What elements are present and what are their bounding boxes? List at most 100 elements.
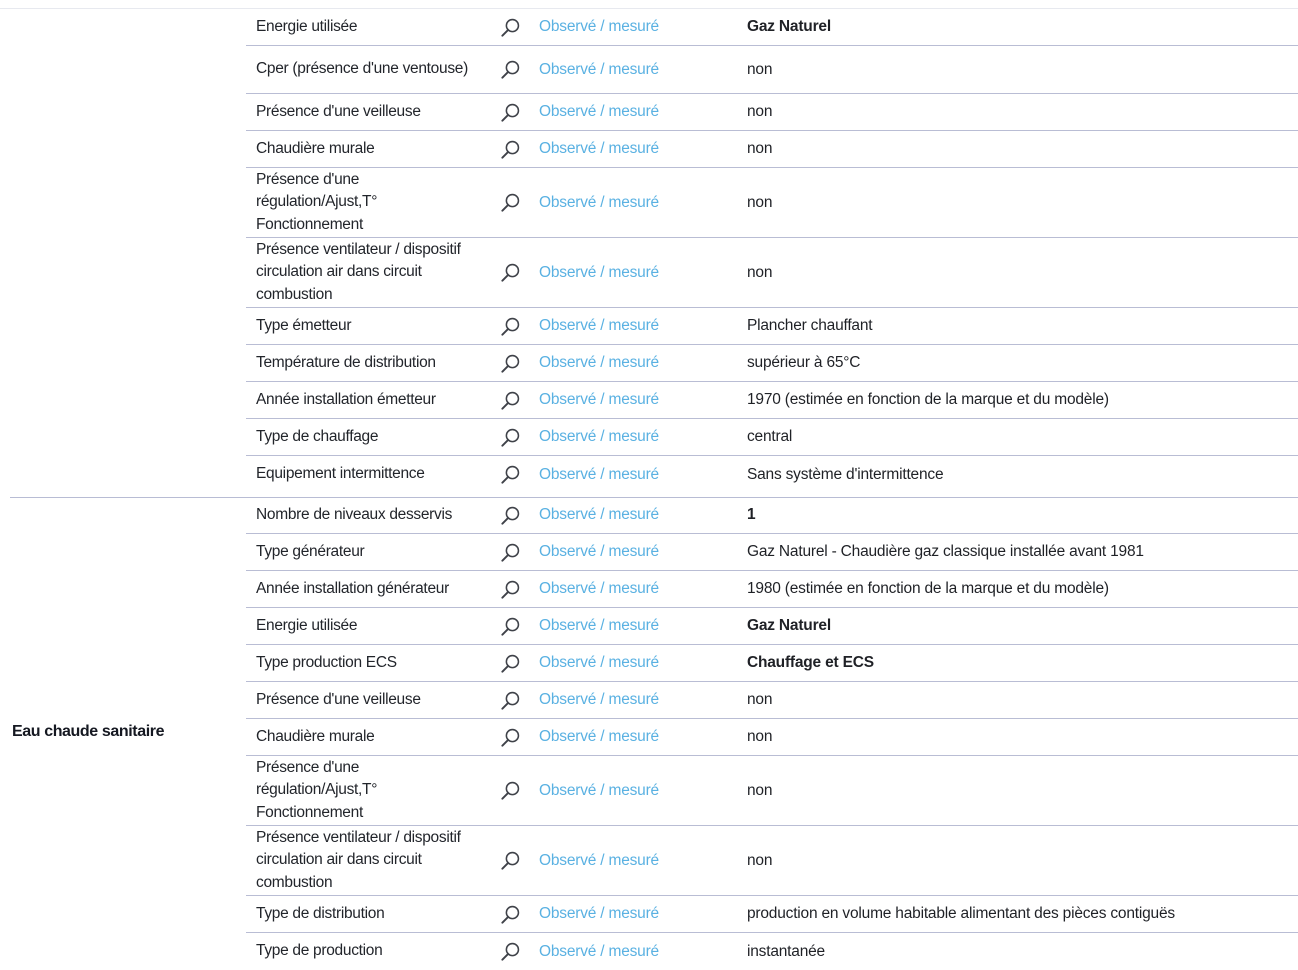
table-row: Type de chauffage Observé / mesuré centr… xyxy=(246,419,1298,456)
method-link[interactable]: Observé / mesuré xyxy=(529,61,747,79)
row-value: supérieur à 65°C xyxy=(747,354,861,371)
search-icon[interactable] xyxy=(491,689,529,712)
search-icon[interactable] xyxy=(491,541,529,564)
row-label: Présence d'une veilleuse xyxy=(256,102,421,120)
table-row: Année installation émetteur Observé / me… xyxy=(246,382,1298,419)
row-value: non xyxy=(747,781,773,799)
row-label: Type de production xyxy=(256,942,383,960)
search-icon[interactable] xyxy=(491,352,529,375)
method-link[interactable]: Observé / mesuré xyxy=(529,194,747,212)
table-row: Chaudière murale Observé / mesuré non xyxy=(246,719,1298,756)
table-row: Présence ventilateur / dispositif circul… xyxy=(246,238,1298,308)
row-value: instantanée xyxy=(747,942,825,960)
row-label: Type émetteur xyxy=(256,316,352,334)
row-label: Energie utilisée xyxy=(256,616,358,634)
method-link[interactable]: Observé / mesuré xyxy=(529,140,747,158)
diagnostic-table: Energie utilisée Observé / mesuré Gaz Na… xyxy=(0,0,1298,964)
row-value: non xyxy=(747,728,773,745)
method-link[interactable]: Observé / mesuré xyxy=(529,506,747,524)
table-row: Type générateur Observé / mesuré Gaz Nat… xyxy=(246,534,1298,571)
row-value: non xyxy=(747,140,773,157)
search-icon[interactable] xyxy=(491,903,529,926)
row-value: Gaz Naturel xyxy=(747,18,831,35)
table-row: Présence d'une régulation/Ajust,T° Fonct… xyxy=(246,168,1298,238)
table-row: Présence d'une veilleuse Observé / mesur… xyxy=(246,94,1298,131)
table-row: Cper (présence d'une ventouse) Observé /… xyxy=(246,46,1298,94)
method-link[interactable]: Observé / mesuré xyxy=(529,543,747,561)
row-label: Présence ventilateur / dispositif circul… xyxy=(256,828,461,891)
row-label: Type production ECS xyxy=(256,653,397,671)
search-icon[interactable] xyxy=(491,426,529,449)
method-link[interactable]: Observé / mesuré xyxy=(529,617,747,635)
search-icon[interactable] xyxy=(491,16,529,39)
row-label: Année installation émetteur xyxy=(256,390,436,408)
row-value: Sans système d'intermittence xyxy=(747,465,944,483)
method-link[interactable]: Observé / mesuré xyxy=(529,905,747,923)
table-row: Type émetteur Observé / mesuré Plancher … xyxy=(246,308,1298,345)
row-label: Type de chauffage xyxy=(256,427,379,445)
search-icon[interactable] xyxy=(491,191,529,214)
search-icon[interactable] xyxy=(491,940,529,963)
method-link[interactable]: Observé / mesuré xyxy=(529,428,747,446)
search-icon[interactable] xyxy=(491,652,529,675)
search-icon[interactable] xyxy=(491,726,529,749)
row-value: non xyxy=(747,103,773,120)
heating-rows: Energie utilisée Observé / mesuré Gaz Na… xyxy=(246,9,1298,493)
search-icon[interactable] xyxy=(491,315,529,338)
row-label: Cper (présence d'une ventouse) xyxy=(256,60,468,78)
row-label: Présence ventilateur / dispositif circul… xyxy=(256,240,461,303)
row-label: Chaudière murale xyxy=(256,139,375,157)
row-label: Année installation générateur xyxy=(256,579,449,597)
method-link[interactable]: Observé / mesuré xyxy=(529,728,747,746)
method-link[interactable]: Observé / mesuré xyxy=(529,943,747,961)
search-icon[interactable] xyxy=(491,578,529,601)
method-link[interactable]: Observé / mesuré xyxy=(529,317,747,335)
search-icon[interactable] xyxy=(491,138,529,161)
table-row: Energie utilisée Observé / mesuré Gaz Na… xyxy=(246,608,1298,645)
table-row: Type production ECS Observé / mesuré Cha… xyxy=(246,645,1298,682)
row-value: central xyxy=(747,428,793,445)
method-link[interactable]: Observé / mesuré xyxy=(529,580,747,598)
search-icon[interactable] xyxy=(491,389,529,412)
row-value: non xyxy=(747,193,773,211)
search-icon[interactable] xyxy=(491,58,529,81)
method-link[interactable]: Observé / mesuré xyxy=(529,103,747,121)
search-icon[interactable] xyxy=(491,101,529,124)
search-icon[interactable] xyxy=(491,615,529,638)
row-value: Plancher chauffant xyxy=(747,317,873,334)
row-label: Température de distribution xyxy=(256,353,436,371)
method-link[interactable]: Observé / mesuré xyxy=(529,264,747,282)
row-label: Présence d'une régulation/Ajust,T° Fonct… xyxy=(256,170,378,233)
search-icon[interactable] xyxy=(491,261,529,284)
table-row: Energie utilisée Observé / mesuré Gaz Na… xyxy=(246,9,1298,46)
search-icon[interactable] xyxy=(491,504,529,527)
method-link[interactable]: Observé / mesuré xyxy=(529,691,747,709)
method-link[interactable]: Observé / mesuré xyxy=(529,782,747,800)
search-icon[interactable] xyxy=(491,463,529,486)
table-row: Température de distribution Observé / me… xyxy=(246,345,1298,382)
row-label: Chaudière murale xyxy=(256,727,375,745)
method-link[interactable]: Observé / mesuré xyxy=(529,354,747,372)
row-label: Présence d'une régulation/Ajust,T° Fonct… xyxy=(256,758,378,821)
method-link[interactable]: Observé / mesuré xyxy=(529,391,747,409)
row-label: Nombre de niveaux desservis xyxy=(256,505,453,523)
table-row: Nombre de niveaux desservis Observé / me… xyxy=(246,497,1298,534)
section-label: Eau chaude sanitaire xyxy=(12,723,165,740)
row-value: 1970 (estimée en fonction de la marque e… xyxy=(747,391,1109,408)
row-value: non xyxy=(747,851,773,869)
table-row: Présence d'une régulation/Ajust,T° Fonct… xyxy=(246,756,1298,826)
row-label: Type de distribution xyxy=(256,904,385,922)
table-row: Type de distribution Observé / mesuré pr… xyxy=(246,896,1298,933)
row-value: non xyxy=(747,691,773,708)
row-label: Type générateur xyxy=(256,542,365,560)
method-link[interactable]: Observé / mesuré xyxy=(529,654,747,672)
row-label: Equipement intermittence xyxy=(256,465,425,483)
table-row: Equipement intermittence Observé / mesur… xyxy=(246,456,1298,493)
method-link[interactable]: Observé / mesuré xyxy=(529,466,747,484)
method-link[interactable]: Observé / mesuré xyxy=(529,852,747,870)
row-label: Energie utilisée xyxy=(256,17,358,35)
method-link[interactable]: Observé / mesuré xyxy=(529,18,747,36)
row-value: Gaz Naturel - Chaudière gaz classique in… xyxy=(747,543,1144,560)
search-icon[interactable] xyxy=(491,779,529,802)
search-icon[interactable] xyxy=(491,849,529,872)
